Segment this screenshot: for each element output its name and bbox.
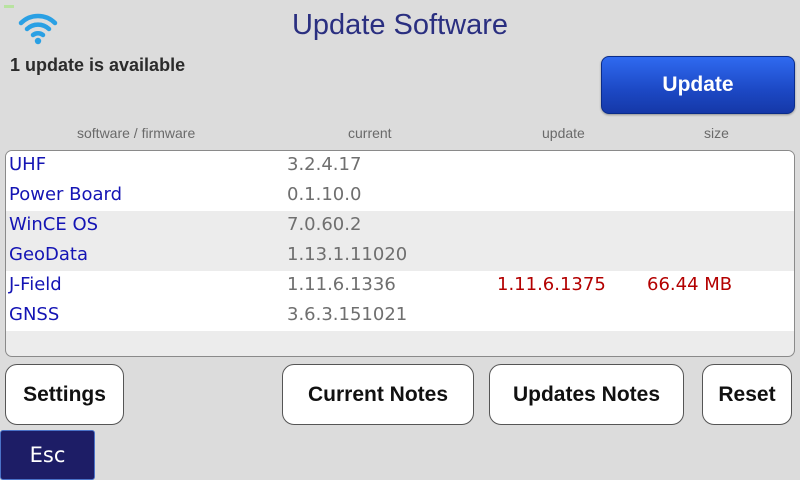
column-header-current: current — [348, 125, 392, 141]
table-row[interactable]: UHF 3.2.4.17 — [6, 151, 794, 181]
column-header-update: update — [542, 125, 585, 141]
row-size: 66.44 MB — [647, 274, 733, 295]
esc-button[interactable]: Esc — [0, 430, 95, 480]
software-table[interactable]: UHF 3.2.4.17 Power Board 0.1.10.0 WinCE … — [5, 150, 795, 357]
row-name: Power Board — [9, 184, 123, 205]
page-title: Update Software — [291, 9, 508, 41]
settings-button[interactable]: Settings — [5, 364, 124, 425]
row-name: WinCE OS — [9, 214, 99, 235]
column-header-software: software / firmware — [77, 125, 196, 141]
row-name: J-Field — [9, 274, 62, 295]
update-status-text: 1 update is available — [10, 55, 186, 75]
row-current-version: 1.11.6.1336 — [287, 274, 396, 295]
row-name: GeoData — [9, 244, 89, 265]
column-header-size: size — [704, 125, 729, 141]
updates-notes-button[interactable]: Updates Notes — [489, 364, 684, 425]
row-update-version: 1.11.6.1375 — [497, 274, 606, 295]
update-button[interactable]: Update — [601, 56, 795, 114]
table-row[interactable]: Power Board 0.1.10.0 — [6, 181, 794, 211]
row-name: GNSS — [9, 304, 60, 325]
current-notes-button[interactable]: Current Notes — [282, 364, 474, 425]
row-current-version: 1.13.1.11020 — [287, 244, 408, 265]
reset-button[interactable]: Reset — [702, 364, 792, 425]
table-row[interactable]: GeoData 1.13.1.11020 — [6, 241, 794, 271]
table-row[interactable]: J-Field 1.11.6.1336 1.11.6.1375 66.44 MB — [6, 271, 794, 301]
row-current-version: 0.1.10.0 — [287, 184, 362, 205]
table-row[interactable]: GNSS 3.6.3.151021 — [6, 301, 794, 331]
row-current-version: 3.2.4.17 — [287, 154, 362, 175]
row-current-version: 7.0.60.2 — [287, 214, 362, 235]
row-name: UHF — [9, 154, 47, 175]
row-current-version: 3.6.3.151021 — [287, 304, 408, 325]
table-row[interactable]: WinCE OS 7.0.60.2 — [6, 211, 794, 241]
focus-indicator — [4, 5, 14, 8]
